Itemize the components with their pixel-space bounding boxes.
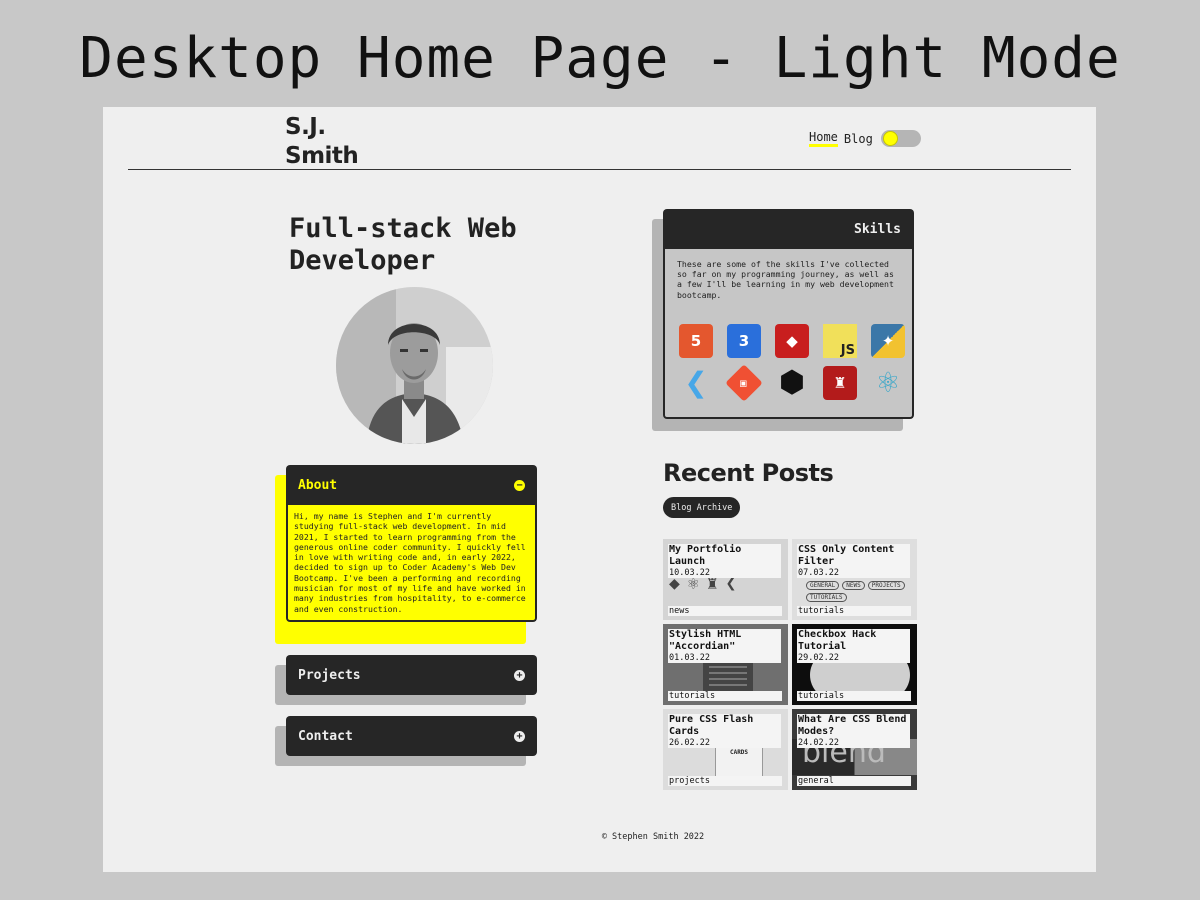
theme-toggle-knob — [882, 131, 898, 146]
accordion-projects-header[interactable]: Projects + — [286, 655, 537, 695]
flutter-icon: ❮ — [679, 365, 713, 400]
accordion-about: About − Hi, my name is Stephen and I'm c… — [275, 465, 537, 644]
site-logo[interactable]: S.J. Smith — [285, 113, 359, 171]
blog-post-category: tutorials — [797, 606, 911, 616]
html5-icon: 5 — [679, 323, 713, 358]
blog-post-title: My Portfolio Launch 10.03.22 — [668, 544, 781, 578]
blog-post-title-text: Stylish HTML "Accordian" — [669, 629, 742, 652]
filter-chip: NEWS — [842, 581, 865, 590]
theme-toggle[interactable] — [880, 130, 921, 147]
blog-post-title: What Are CSS Blend Modes? 24.02.22 — [797, 714, 910, 748]
blog-post-date: 10.03.22 — [669, 568, 710, 578]
ruby-icon: ◆ — [775, 323, 809, 358]
blog-post-title-text: Pure CSS Flash Cards — [669, 714, 754, 737]
accordion-contact-label: Contact — [298, 728, 353, 744]
skills-description: These are some of the skills I've collec… — [677, 259, 894, 300]
blog-post-category: news — [668, 606, 782, 616]
collapse-icon[interactable]: − — [514, 479, 525, 491]
recent-posts-title: Recent Posts — [663, 459, 834, 487]
skills-card: Skills These are some of the skills I've… — [652, 209, 914, 431]
page-banner-title: Desktop Home Page - Light Mode — [79, 26, 1121, 91]
accordion-about-header[interactable]: About − — [286, 465, 537, 505]
website-preview: S.J. Smith Home Blog Full-stack Web Deve… — [103, 107, 1096, 872]
nav-blog-link[interactable]: Blog — [844, 132, 873, 146]
blog-post-date: 24.02.22 — [798, 738, 839, 748]
blog-post-title-text: My Portfolio Launch — [669, 544, 742, 567]
blog-post-card[interactable]: ◆ ⚛ ♜ ❮ My Portfolio Launch 10.03.22 news — [663, 539, 788, 620]
blog-post-date: 01.03.22 — [669, 653, 710, 663]
blog-post-card[interactable]: ARCHIVEGENERALNEWSPROJECTSTUTORIALSCSS O… — [792, 539, 917, 620]
blog-post-date: 07.03.22 — [798, 568, 839, 578]
blog-post-card[interactable]: Stylish HTML "Accordian" 01.03.22 tutorial… — [663, 624, 788, 705]
footer-copyright: © Stephen Smith 2022 — [601, 832, 705, 842]
accordion-contact-header[interactable]: Contact + — [286, 716, 537, 756]
blog-post-card[interactable]: Checkbox Hack Tutorial 29.02.22 tutorials — [792, 624, 917, 705]
accordion-about-label: About — [298, 477, 338, 493]
blog-archive-button[interactable]: Blog Archive — [663, 497, 741, 518]
blog-post-title: Checkbox Hack Tutorial 29.02.22 — [797, 629, 910, 663]
css3-icon: 3 — [727, 323, 761, 358]
skills-card-header: Skills — [663, 209, 914, 249]
git-icon: ◈ — [725, 364, 763, 402]
skills-icon-grid: 5 3 ◆ JS ✦ ❮ ◈ ⬢ ♜ ⚛ — [679, 323, 905, 402]
skills-card-body: These are some of the skills I've collec… — [663, 249, 914, 419]
accordion-projects: Projects + — [275, 655, 537, 705]
nav-home-link[interactable]: Home — [809, 130, 838, 147]
filter-chip-group: GENERAL NEWS PROJECTS TUTORIALS — [806, 581, 906, 602]
blog-post-date: 26.02.22 — [669, 738, 710, 748]
expand-icon[interactable]: + — [514, 669, 525, 681]
blog-post-category: general — [797, 776, 911, 786]
logo-line-1: S.J. — [285, 114, 326, 140]
filter-chip: GENERAL — [806, 581, 840, 590]
main-nav: Home Blog — [809, 130, 921, 147]
header-divider — [128, 169, 1071, 170]
cube-icon: ⬢ — [775, 365, 809, 400]
rails-icon: ♜ — [823, 365, 857, 400]
accordion-about-body: Hi, my name is Stephen and I'm currently… — [286, 505, 537, 622]
javascript-icon: JS — [823, 323, 857, 358]
python-icon: ✦ — [871, 323, 905, 358]
recent-posts-grid: ◆⚛♜❮My Portfolio Launch10.03.22newsARCHI… — [663, 539, 917, 790]
blog-post-title-text: Checkbox Hack Tutorial — [798, 629, 877, 652]
logo-line-2: Smith — [285, 143, 359, 169]
filter-chip: TUTORIALS — [806, 593, 847, 602]
blog-post-card[interactable]: blend What Are CSS Blend Modes? 24.02.22 ge… — [792, 709, 917, 790]
hero-headline: Full-stack Web Developer — [289, 213, 517, 276]
accordion-projects-label: Projects — [298, 667, 361, 683]
blog-post-title-text: What Are CSS Blend Modes? — [798, 714, 907, 737]
accordion-contact: Contact + — [275, 716, 537, 766]
profile-photo — [336, 287, 493, 444]
blog-post-card[interactable]: HTTP FLASH CARDSPure CSS Flash Cards26.0… — [663, 709, 788, 790]
blog-post-date: 29.02.22 — [798, 653, 839, 663]
blog-post-category: tutorials — [797, 691, 911, 701]
blog-post-category: projects — [668, 776, 782, 786]
filter-chip: PROJECTS — [867, 581, 905, 590]
blog-post-title-text: CSS Only Content Filter — [798, 544, 895, 567]
blog-post-title: Pure CSS Flash Cards 26.02.22 — [668, 714, 781, 748]
skills-title: Skills — [854, 221, 901, 237]
expand-icon[interactable]: + — [514, 730, 525, 742]
blog-post-category: tutorials — [668, 691, 782, 701]
blog-post-title: CSS Only Content Filter 07.03.22 — [797, 544, 910, 578]
blog-post-title: Stylish HTML "Accordian" 01.03.22 — [668, 629, 781, 663]
react-icon: ⚛ — [871, 365, 905, 400]
